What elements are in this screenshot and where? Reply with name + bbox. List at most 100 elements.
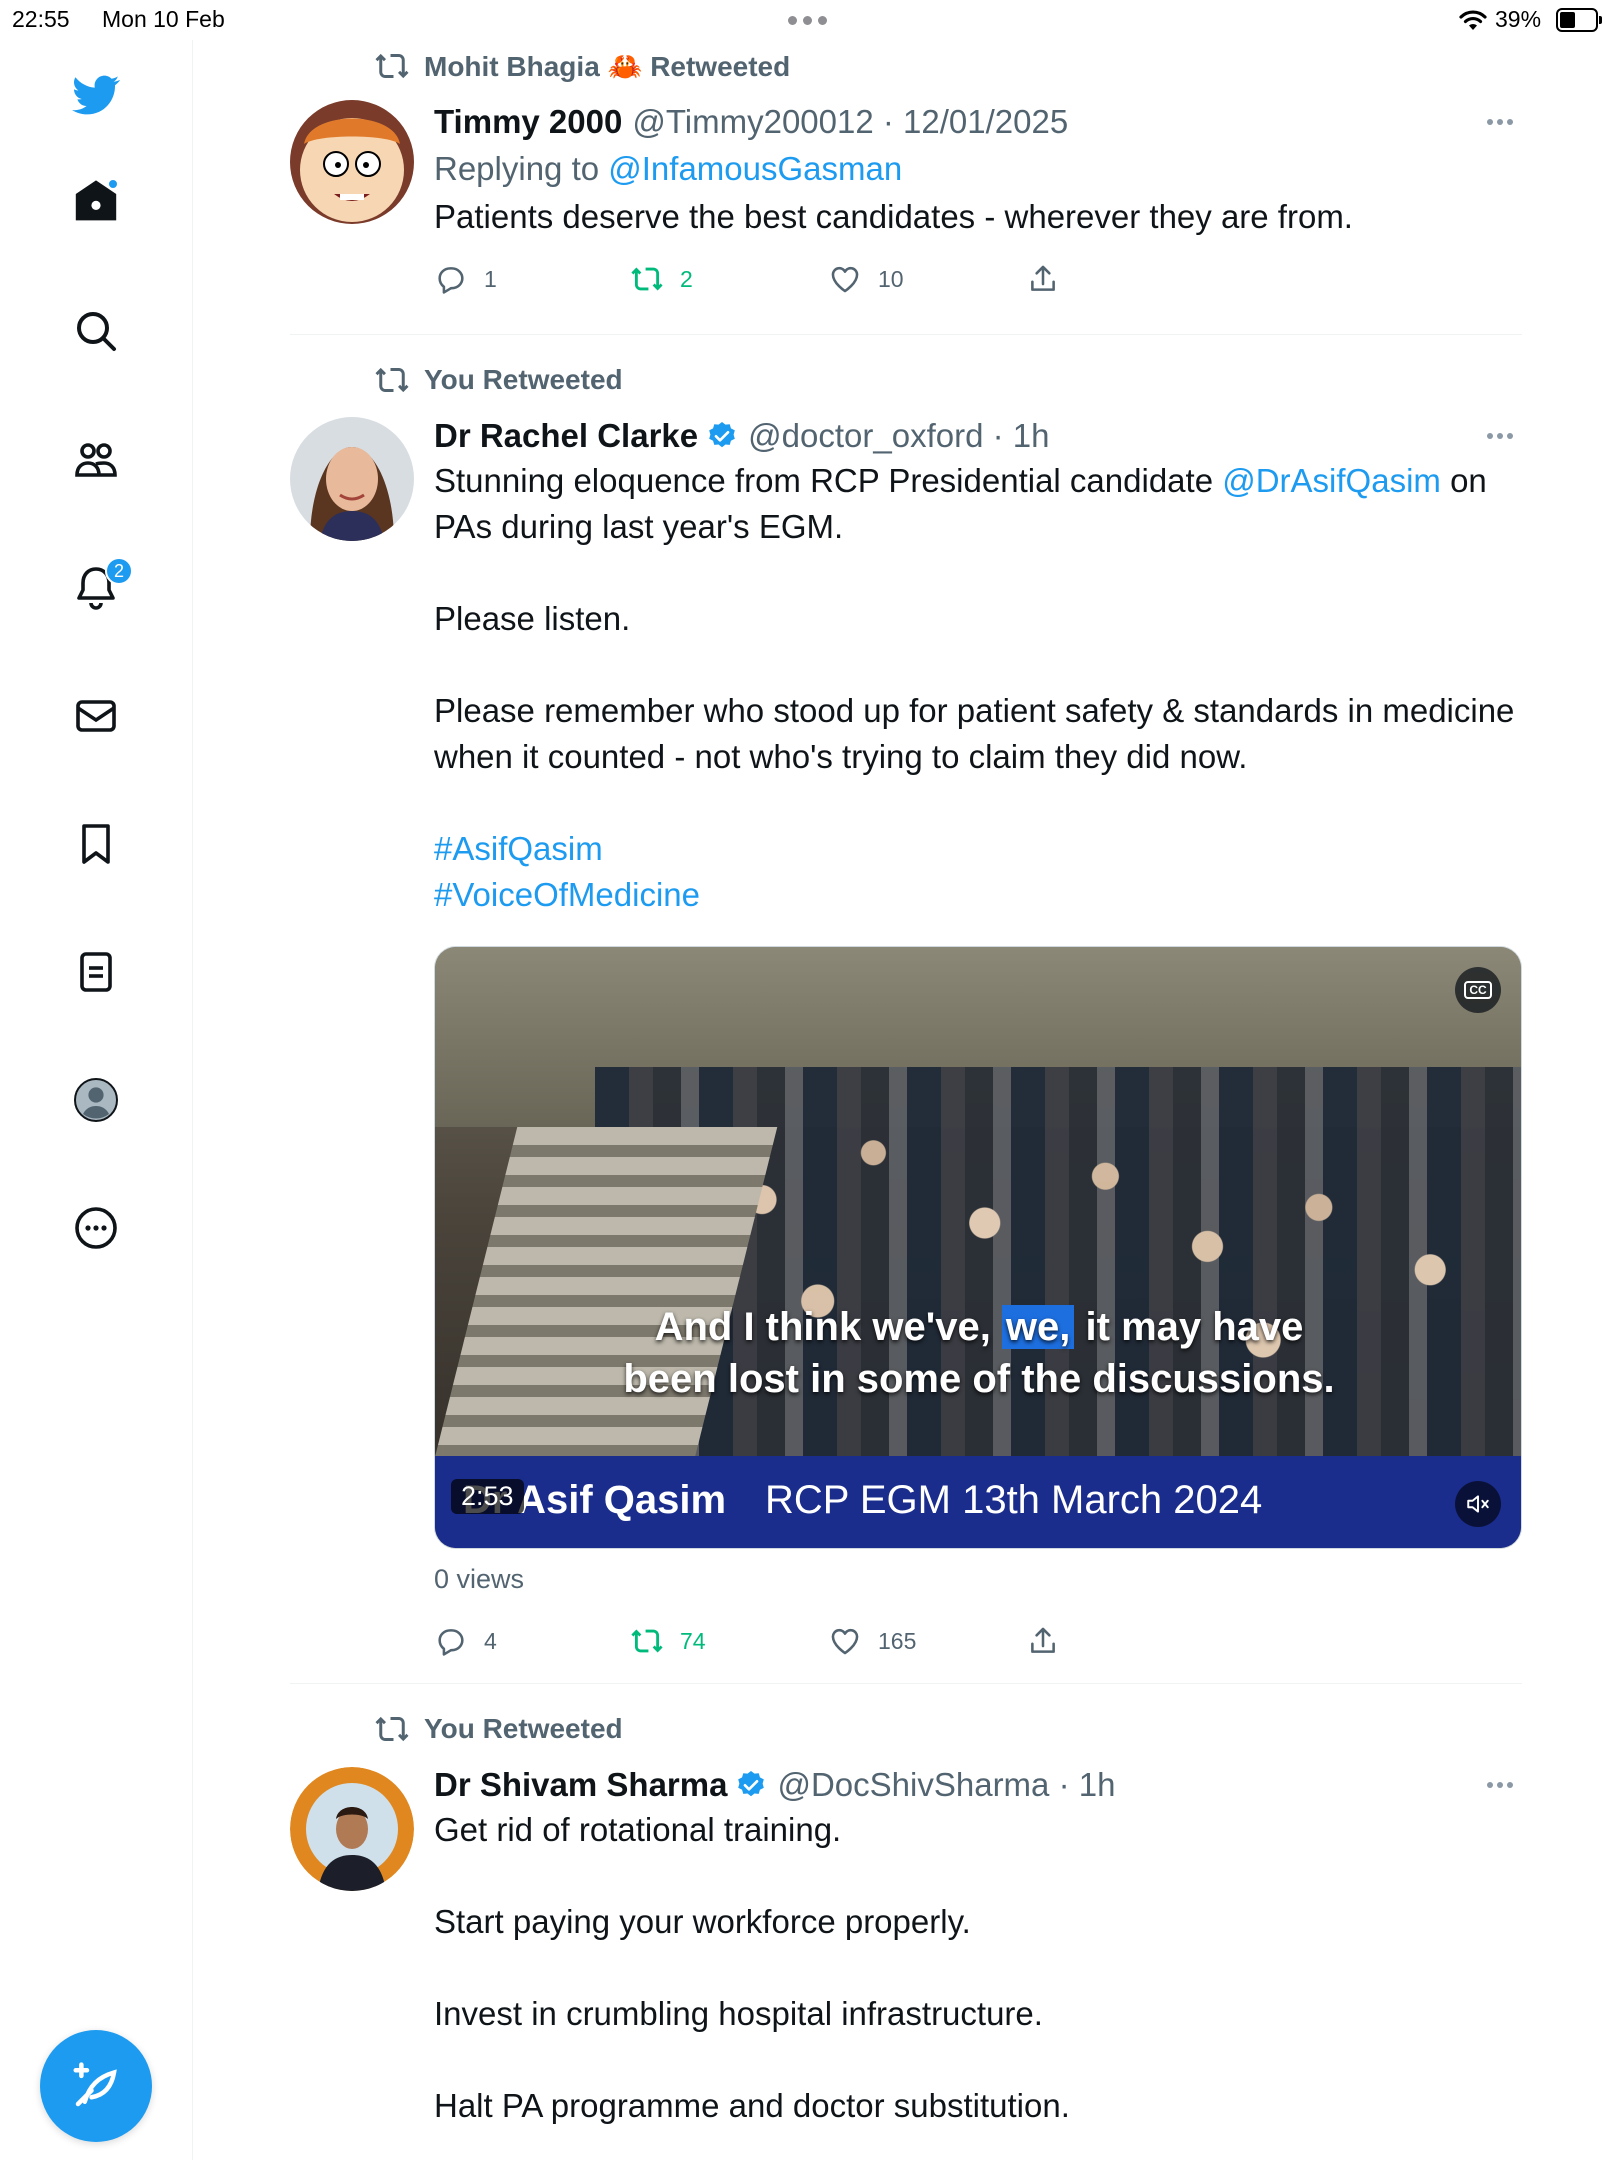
compose-button[interactable] bbox=[40, 2030, 152, 2142]
subtitle-line: been lost in some of the discussions. bbox=[623, 1357, 1335, 1401]
tweet-paragraph: Halt PA programme and doctor substitutio… bbox=[434, 2087, 1070, 2124]
tweet-paragraph: Invest in crumbling hospital infrastruct… bbox=[434, 1995, 1043, 2032]
tweet-actions: 4 74 165 bbox=[434, 1624, 1522, 1664]
reply-count: 1 bbox=[484, 265, 497, 292]
notifications-badge: 2 bbox=[105, 557, 133, 585]
tweet-card[interactable]: You Retweeted Dr Shivam Sharma @DocShivS… bbox=[290, 1711, 1522, 2160]
retweet-button[interactable]: 2 bbox=[630, 262, 693, 296]
reply-count: 4 bbox=[484, 1627, 497, 1654]
mention-link[interactable]: @DrAsifQasim bbox=[1222, 462, 1441, 499]
tweet-paragraph: Start paying your workforce properly. bbox=[434, 1903, 971, 1940]
retweet-context-text: Mohit Bhagia 🦀 Retweeted bbox=[424, 50, 791, 82]
subtitle-highlight: we, bbox=[1001, 1305, 1075, 1349]
tweet-text: Stunning eloquence from RCP Presidential… bbox=[434, 458, 1522, 918]
like-button[interactable]: 10 bbox=[828, 262, 904, 296]
tweet-text: Get rid of rotational training. Start pa… bbox=[434, 1807, 1522, 2129]
like-icon bbox=[831, 266, 859, 293]
author-handle-timestamp[interactable]: @Timmy200012 · 12/01/2025 bbox=[632, 103, 1068, 141]
home-icon[interactable] bbox=[67, 172, 125, 230]
communities-icon[interactable] bbox=[67, 430, 125, 488]
like-icon bbox=[831, 1628, 859, 1655]
hashtag-link[interactable]: #AsifQasim bbox=[434, 826, 1522, 872]
retweet-button[interactable]: 74 bbox=[630, 1624, 706, 1658]
subtitle-segment: it may have bbox=[1074, 1305, 1304, 1349]
retweet-count: 2 bbox=[680, 265, 693, 292]
reply-icon bbox=[438, 1629, 464, 1656]
twitter-logo-icon[interactable] bbox=[67, 66, 125, 124]
status-date: Mon 10 Feb bbox=[102, 6, 225, 32]
like-button[interactable]: 165 bbox=[828, 1624, 916, 1658]
retweet-icon bbox=[375, 53, 409, 79]
author-handle-timestamp[interactable]: @doctor_oxford · 1h bbox=[748, 417, 1049, 455]
tweet-header: Dr Shivam Sharma @DocShivSharma · 1h bbox=[434, 1763, 1522, 1807]
text-segment: Stunning eloquence from RCP Presidential… bbox=[434, 462, 1223, 499]
retweet-context-text: You Retweeted bbox=[424, 1713, 623, 1744]
author-name[interactable]: Dr Shivam Sharma bbox=[434, 1766, 727, 1804]
sidebar: 2 bbox=[0, 40, 193, 2160]
multitasking-dots-icon[interactable] bbox=[788, 16, 827, 25]
retweet-context: You Retweeted bbox=[374, 1711, 623, 1747]
verified-icon bbox=[738, 1771, 765, 1797]
like-count: 10 bbox=[878, 265, 904, 292]
tweet-actions: 1 2 10 bbox=[434, 262, 1522, 302]
verified-icon bbox=[709, 422, 735, 448]
share-icon bbox=[1031, 1627, 1055, 1653]
wifi-icon bbox=[1459, 10, 1487, 30]
retweet-icon bbox=[631, 267, 663, 291]
avatar[interactable] bbox=[290, 100, 414, 224]
tweet-header: Dr Rachel Clarke @doctor_oxford · 1h bbox=[434, 414, 1522, 458]
mute-icon[interactable] bbox=[1455, 1481, 1501, 1527]
tweet-paragraph: Get rid of rotational training. bbox=[434, 1811, 842, 1848]
more-options-icon[interactable] bbox=[1478, 1763, 1522, 1807]
tweet-card[interactable]: You Retweeted Dr Rachel Clarke @doctor_o… bbox=[290, 362, 1522, 1682]
like-count: 165 bbox=[878, 1627, 917, 1654]
subtitle-segment: And I think we've, bbox=[654, 1305, 1002, 1349]
profile-icon[interactable] bbox=[67, 1071, 125, 1129]
bookmarks-icon[interactable] bbox=[67, 815, 125, 873]
tweet-divider bbox=[290, 1683, 1522, 1684]
lists-icon[interactable] bbox=[67, 943, 125, 1001]
tweet-card[interactable]: Mohit Bhagia 🦀 Retweeted Timmy 2000 @Tim… bbox=[290, 46, 1522, 336]
retweet-icon bbox=[631, 1629, 663, 1653]
video-lower-third: Dr Asif Qasim RCP EGM 13th March 2024 bbox=[435, 1456, 1521, 1548]
status-bar: 22:55 Mon 10 Feb 39% bbox=[0, 0, 1620, 40]
tweet-text: Patients deserve the best candidates - w… bbox=[434, 198, 1353, 235]
avatar[interactable] bbox=[290, 417, 414, 541]
view-count: 0 views bbox=[434, 1564, 525, 1594]
more-options-icon[interactable] bbox=[1478, 414, 1522, 458]
author-name[interactable]: Dr Rachel Clarke bbox=[434, 417, 698, 455]
hashtag-link[interactable]: #VoiceOfMedicine bbox=[434, 872, 1522, 918]
retweet-context: You Retweeted bbox=[374, 362, 623, 398]
retweet-icon bbox=[375, 1716, 409, 1742]
video-subtitle: And I think we've, we, it may have been … bbox=[435, 1301, 1521, 1405]
replying-to: Replying to @InfamousGasman bbox=[434, 150, 1522, 188]
retweet-icon bbox=[375, 367, 409, 393]
compose-icon bbox=[73, 2062, 117, 2107]
share-button[interactable] bbox=[1026, 262, 1060, 296]
lower-third-event: RCP EGM 13th March 2024 bbox=[765, 1478, 1263, 1522]
more-icon[interactable] bbox=[67, 1199, 125, 1257]
search-icon[interactable] bbox=[67, 302, 125, 360]
reply-button[interactable]: 1 bbox=[434, 262, 497, 296]
tweet-content: Timmy 2000 @Timmy200012 · 12/01/2025 Rep… bbox=[434, 100, 1522, 302]
battery-icon bbox=[1556, 8, 1602, 32]
tweet-divider bbox=[290, 334, 1522, 335]
retweet-context-text: You Retweeted bbox=[424, 364, 623, 395]
more-options-icon[interactable] bbox=[1478, 100, 1522, 144]
video-player[interactable]: CC And I think we've, we, it may have be… bbox=[434, 946, 1522, 1549]
tweet-content: Dr Shivam Sharma @DocShivSharma · 1h Get… bbox=[434, 1763, 1522, 2129]
share-button[interactable] bbox=[1026, 1624, 1060, 1658]
tweet-paragraph: Stunning eloquence from RCP Presidential… bbox=[434, 458, 1522, 550]
reply-button[interactable]: 4 bbox=[434, 1624, 497, 1658]
tweet-header: Timmy 2000 @Timmy200012 · 12/01/2025 bbox=[434, 100, 1522, 144]
tweet-content: Dr Rachel Clarke @doctor_oxford · 1h Stu… bbox=[434, 414, 1522, 918]
messages-icon[interactable] bbox=[67, 687, 125, 745]
author-handle-timestamp[interactable]: @DocShivSharma · 1h bbox=[777, 1766, 1115, 1804]
video-duration: 2:53 bbox=[451, 1479, 524, 1514]
captions-icon[interactable]: CC bbox=[1455, 967, 1501, 1013]
replying-to-link[interactable]: @InfamousGasman bbox=[608, 150, 902, 187]
avatar[interactable] bbox=[290, 1767, 414, 1891]
author-name[interactable]: Timmy 2000 bbox=[434, 103, 622, 141]
notifications-icon[interactable]: 2 bbox=[67, 557, 133, 617]
tweet-paragraph: Please remember who stood up for patient… bbox=[434, 692, 1515, 775]
